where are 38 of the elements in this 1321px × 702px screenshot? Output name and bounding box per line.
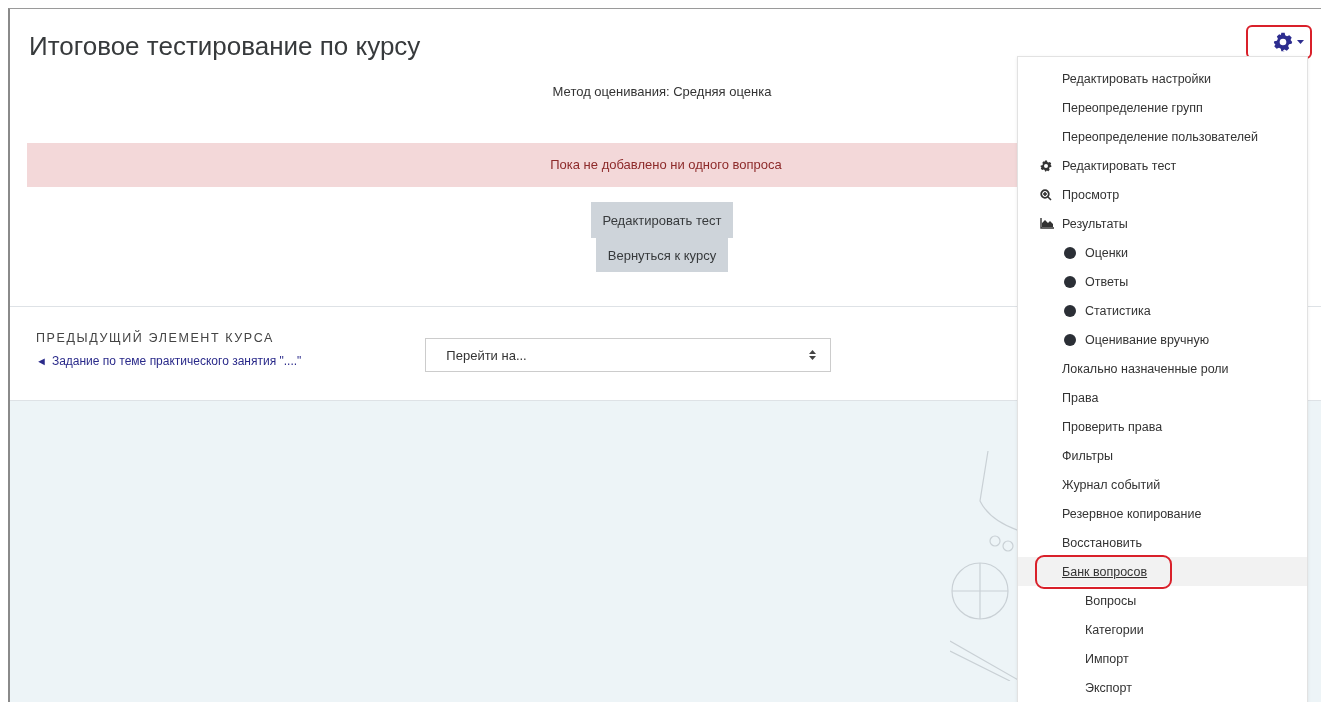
updown-icon (809, 350, 817, 360)
left-arrow-icon[interactable]: ◄ (36, 355, 47, 367)
area-chart-icon (1040, 218, 1054, 229)
bullet-icon (1064, 304, 1076, 317)
menu-item[interactable]: Редактировать тест (1018, 151, 1307, 180)
menu-item[interactable]: Банк вопросов (1018, 557, 1307, 586)
menu-item[interactable]: Импорт (1018, 644, 1307, 673)
menu-item[interactable]: Ответы (1018, 267, 1307, 296)
menu-item[interactable]: Экспорт (1018, 673, 1307, 702)
previous-heading: ПРЕДЫДУЩИЙ ЭЛЕМЕНТ КУРСА (36, 331, 275, 345)
action-button[interactable]: Редактировать тест (590, 202, 734, 238)
menu-item[interactable]: Вопросы (1018, 586, 1307, 615)
menu-item[interactable]: Локально назначенные роли (1018, 354, 1307, 383)
caret-icon (1297, 40, 1304, 44)
menu-item[interactable]: Резервное копирование (1018, 499, 1307, 528)
bullet-icon (1064, 333, 1076, 346)
jump-select[interactable]: Перейти на... (425, 338, 832, 372)
settings-icon (1273, 32, 1293, 52)
bullet-icon (1064, 275, 1076, 288)
menu-item[interactable]: Переопределение групп (1018, 93, 1307, 122)
menu-item[interactable]: Редактировать настройки (1018, 64, 1307, 93)
settings-icon (1040, 159, 1052, 172)
menu-item[interactable]: Восстановить (1018, 528, 1307, 557)
zoom-in-icon (1040, 188, 1052, 201)
page-title: Итоговое тестирование по курсу (29, 31, 422, 62)
previous-activity-link[interactable]: Задание по теме практического занятия "...." (51, 354, 302, 368)
menu-item[interactable]: Оценивание вручную (1018, 325, 1307, 354)
menu-item[interactable]: Проверить права (1018, 412, 1307, 441)
menu-item[interactable]: Статистика (1018, 296, 1307, 325)
menu-item[interactable]: Результаты (1018, 209, 1307, 238)
action-button[interactable]: Вернуться к курсу (595, 238, 729, 272)
menu-item[interactable]: Журнал событий (1018, 470, 1307, 499)
menu-item[interactable]: Оценки (1018, 238, 1307, 267)
menu-item[interactable]: Категории (1018, 615, 1307, 644)
grading-method-text: Метод оценивания: Средняя оценка (552, 84, 772, 99)
menu-item[interactable]: Фильтры (1018, 441, 1307, 470)
menu-item[interactable]: Права (1018, 383, 1307, 412)
bullet-icon (1064, 246, 1076, 259)
